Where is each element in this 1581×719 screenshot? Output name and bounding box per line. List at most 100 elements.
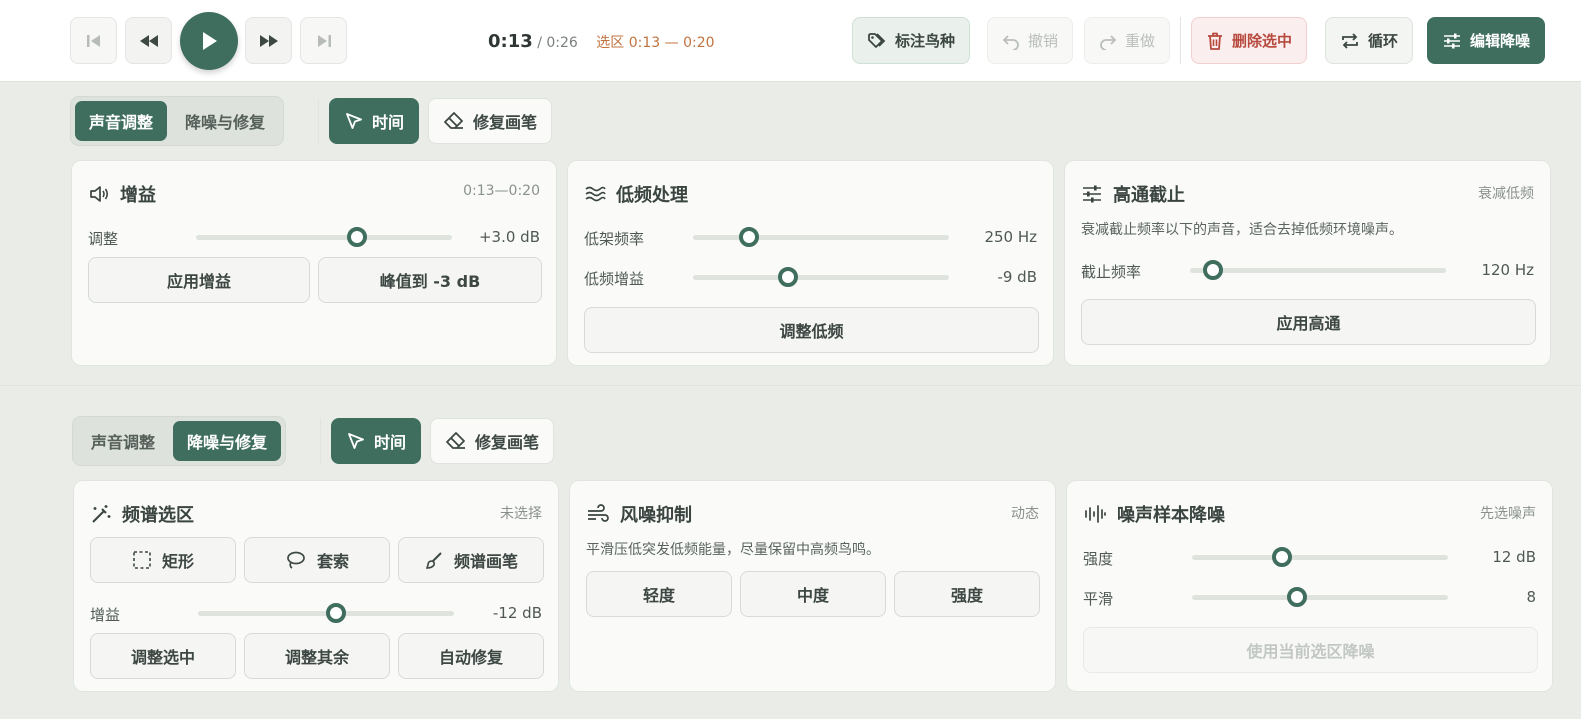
strength-value: 12 dB (1492, 548, 1536, 566)
apply-highpass-button[interactable]: 应用高通 (1081, 299, 1536, 345)
skip-start-icon (86, 34, 100, 47)
spectral-gain-slider[interactable] (198, 603, 454, 623)
auto-repair-button[interactable]: 自动修复 (398, 633, 544, 679)
time-tool-label: 时间 (372, 113, 405, 132)
smooth-value: 8 (1526, 588, 1536, 606)
wind-status: 动态 (1011, 506, 1039, 522)
skip-to-end-button[interactable] (300, 17, 347, 64)
loop-button[interactable]: 循环 (1325, 17, 1414, 64)
redo-label: 重做 (1125, 32, 1156, 50)
denoise-with-selection-button[interactable]: 使用当前选区降噪 (1083, 627, 1538, 673)
time-tool-label-2: 时间 (374, 433, 407, 452)
cutoff-knob[interactable] (1203, 260, 1224, 280)
noise-sample-card: 噪声样本降噪 先选噪声 强度 12 dB 平滑 8 使用当前选区降噪 (1066, 480, 1553, 692)
redo-icon (1100, 34, 1117, 50)
dashed-rect-icon (133, 551, 151, 569)
section-divider (0, 385, 1581, 386)
loop-label: 循环 (1368, 32, 1399, 50)
highpass-header: 高通截止 (1081, 181, 1185, 207)
trash-icon (1208, 32, 1222, 50)
undo-button[interactable]: 撤销 (987, 17, 1074, 64)
fast-forward-button[interactable] (245, 17, 292, 64)
cutoff-label: 截止频率 (1081, 263, 1142, 281)
magic-wand-icon (92, 505, 111, 523)
shelf-freq-slider[interactable] (693, 227, 949, 247)
delete-selected-button[interactable]: 删除选中 (1191, 17, 1308, 64)
low-freq-header: 低频处理 (584, 181, 688, 207)
strength-slider[interactable] (1192, 547, 1448, 567)
redo-button[interactable]: 重做 (1084, 17, 1171, 64)
eraser-icon (444, 112, 463, 129)
skip-to-start-button[interactable] (70, 17, 117, 64)
gain-adjust-slider[interactable] (196, 227, 452, 247)
low-gain-label: 低频增益 (584, 270, 645, 288)
sliders-icon (1444, 33, 1460, 48)
adjust-selected-button[interactable]: 调整选中 (90, 633, 236, 679)
denoise-section: 声音调整 降噪与修复 时间 修复画笔 频谱选区 未选择 矩形 套索 频谱画笔 增… (0, 402, 1581, 719)
gain-adjust-label: 调整 (88, 230, 119, 248)
cutoff-value: 120 Hz (1481, 261, 1534, 279)
sound-adjust-section: 声音调整 降噪与修复 时间 修复画笔 增益 0:13—0:20 调整 +3.0 … (0, 82, 1581, 387)
edit-denoise-button[interactable]: 编辑降噪 (1427, 17, 1546, 64)
gain-adjust-knob[interactable] (347, 227, 368, 247)
tag-icon (868, 32, 886, 48)
shelf-freq-knob[interactable] (739, 227, 760, 247)
low-freq-title: 低频处理 (616, 185, 688, 206)
tab-denoise-repair-2[interactable]: 降噪与修复 (173, 421, 282, 461)
low-gain-slider[interactable] (693, 267, 949, 287)
lasso-select-button[interactable]: 套索 (244, 537, 390, 583)
peak-normalize-button[interactable]: 峰值到 -3 dB (318, 257, 542, 303)
gain-header: 增益 (88, 181, 156, 207)
spectral-brush-button[interactable]: 频谱画笔 (398, 537, 544, 583)
cutoff-slider[interactable] (1190, 260, 1446, 280)
lasso-icon (287, 551, 305, 569)
smooth-knob[interactable] (1286, 587, 1307, 607)
eraser-icon (446, 432, 465, 449)
rect-select-button[interactable]: 矩形 (90, 537, 236, 583)
tab-denoise-repair[interactable]: 降噪与修复 (171, 101, 279, 141)
shelf-freq-label: 低架频率 (584, 230, 645, 248)
spectral-gain-knob[interactable] (326, 603, 347, 623)
transport-toolbar: 0:13 / 0:26 选区 0:13 — 0:20 标注鸟种 撤销 重做 删除… (0, 0, 1581, 82)
tab-sound-adjust-2[interactable]: 声音调整 (77, 421, 169, 461)
noise-sample-header: 噪声样本降噪 (1083, 501, 1225, 527)
wind-title: 风噪抑制 (620, 505, 692, 526)
strength-knob[interactable] (1271, 547, 1292, 567)
low-freq-card: 低频处理 低架频率 250 Hz 低频增益 -9 dB 调整低频 (567, 160, 1054, 366)
time-tool-button[interactable]: 时间 (329, 98, 420, 144)
repair-brush-button-2[interactable]: 修复画笔 (430, 418, 555, 464)
undo-icon (1002, 34, 1019, 50)
cursor-icon (346, 113, 362, 129)
edit-denoise-label: 编辑降噪 (1470, 32, 1531, 50)
selection-range: 选区 0:13 — 0:20 (596, 35, 715, 51)
play-button[interactable] (180, 12, 238, 70)
noise-sample-status: 先选噪声 (1480, 506, 1536, 522)
rewind-button[interactable] (125, 17, 172, 64)
fast-forward-icon (259, 34, 278, 47)
highpass-title: 高通截止 (1113, 185, 1185, 206)
adjust-rest-button[interactable]: 调整其余 (244, 633, 390, 679)
low-gain-knob[interactable] (777, 267, 798, 287)
highpass-description: 衰减截止频率以下的声音，适合去掉低频环境噪声。 (1081, 222, 1403, 238)
cursor-icon (348, 433, 364, 449)
skip-end-icon (317, 34, 331, 47)
spectral-brush-label: 频谱画笔 (453, 552, 518, 571)
spectral-title: 频谱选区 (122, 505, 194, 526)
spectral-gain-value: -12 dB (492, 604, 542, 622)
time-tool-button-2[interactable]: 时间 (331, 418, 422, 464)
tag-species-button[interactable]: 标注鸟种 (852, 17, 971, 64)
repair-brush-button[interactable]: 修复画笔 (428, 98, 553, 144)
shelf-freq-value: 250 Hz (984, 228, 1037, 246)
waveform-icon (1085, 505, 1106, 523)
wind-icon (588, 504, 609, 522)
wind-description: 平滑压低突发低频能量，尽量保留中高频鸟鸣。 (586, 542, 880, 558)
current-time: 0:13 (488, 31, 533, 52)
spectral-status: 未选择 (500, 506, 542, 522)
smooth-slider[interactable] (1192, 587, 1448, 607)
apply-gain-button[interactable]: 应用增益 (88, 257, 310, 303)
wind-medium-button[interactable]: 中度 (740, 571, 886, 617)
wind-light-button[interactable]: 轻度 (586, 571, 732, 617)
tab-sound-adjust[interactable]: 声音调整 (75, 101, 168, 141)
wind-strong-button[interactable]: 强度 (894, 571, 1040, 617)
adjust-low-freq-button[interactable]: 调整低频 (584, 307, 1039, 353)
